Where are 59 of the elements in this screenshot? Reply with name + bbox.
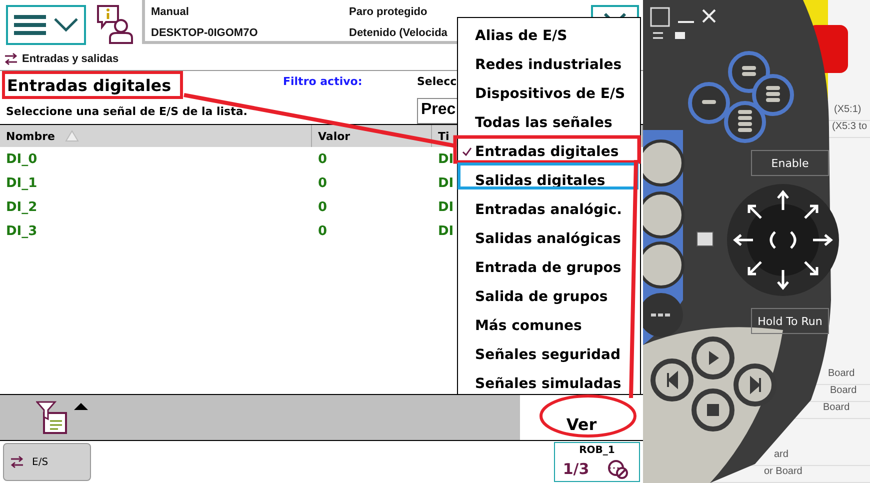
table-cell: DI_3 (6, 224, 38, 238)
menu-item[interactable]: Alias de E/S (458, 21, 640, 50)
table-cell: DI (438, 176, 454, 190)
sort-ascending-icon (64, 130, 79, 142)
table-cell: 0 (318, 152, 328, 166)
menu-item[interactable]: Todas las señales (458, 108, 640, 137)
device-label: Board (830, 385, 857, 398)
menu-item[interactable]: Entradas analógic. (458, 195, 640, 224)
table-cell: 0 (318, 176, 328, 190)
table-cell: 0 (318, 200, 328, 214)
no-motion-icon (607, 459, 629, 479)
menu-item[interactable]: Más comunes (458, 311, 640, 340)
menu-item[interactable]: Señales seguridad (458, 340, 640, 369)
task-name: ROB_1 (579, 444, 615, 456)
menu-item[interactable]: Entrada de grupos (458, 253, 640, 282)
swap-arrows-icon (10, 456, 24, 468)
filter-list-icon[interactable] (36, 400, 68, 434)
menu-item[interactable]: Salida de grupos (458, 282, 640, 311)
info-person-icon[interactable] (96, 4, 134, 44)
filter-label: Filtro activo: (283, 74, 362, 90)
breadcrumb-title: Entradas y salidas (22, 53, 119, 65)
enable-button[interactable]: Enable (751, 150, 829, 176)
device-label: or Board (764, 466, 802, 479)
button-label: E/S (32, 456, 48, 468)
io-app-button[interactable]: E/S (3, 443, 91, 481)
instruction-text: Seleccione una señal de E/S de la lista. (6, 104, 248, 118)
column-header[interactable]: Valor (312, 125, 432, 147)
device-label: ard (774, 449, 788, 462)
speed-fraction: 1/3 (562, 460, 590, 478)
menu-item[interactable]: Salidas digitales (458, 166, 640, 195)
device-label: (X5:1) (834, 104, 862, 117)
table-cell: DI_0 (6, 152, 38, 166)
robot-status-button[interactable]: ROB_1 1/3 (554, 442, 640, 482)
device-label: (X5:3 to (832, 121, 868, 134)
table-cell: DI_1 (6, 176, 38, 190)
select-label: Selecc (417, 74, 457, 90)
menu-icon (14, 14, 46, 36)
controller-status: Paro protegido (349, 6, 428, 18)
device-label: Board (823, 402, 850, 415)
chevron-icon (54, 18, 78, 32)
table-cell: DI (438, 224, 454, 238)
table-cell: DI_2 (6, 200, 38, 214)
menu-item[interactable]: Redes industriales (458, 50, 640, 79)
table-cell: DI (438, 152, 454, 166)
main-menu-button[interactable] (6, 5, 86, 45)
column-header[interactable]: Nombre (0, 125, 312, 147)
system-name: DESKTOP-0IGOM7O (151, 26, 258, 38)
operating-mode: Manual (151, 6, 189, 18)
menu-item[interactable]: Señales simuladas (458, 369, 640, 398)
menu-item[interactable]: Dispositivos de E/S (458, 79, 640, 108)
motion-state: Detenido (Velocida (349, 26, 448, 38)
view-title: Entradas digitales (2, 71, 184, 99)
table-cell: 0 (318, 224, 328, 238)
table-cell: DI (438, 200, 454, 214)
menu-item[interactable]: Salidas analógicas (458, 224, 640, 253)
hold-to-run-button[interactable]: Hold To Run (751, 308, 829, 334)
device-label: Board (828, 368, 855, 381)
swap-arrows-icon (4, 53, 18, 65)
menu-item[interactable]: Entradas digitales (458, 137, 640, 166)
